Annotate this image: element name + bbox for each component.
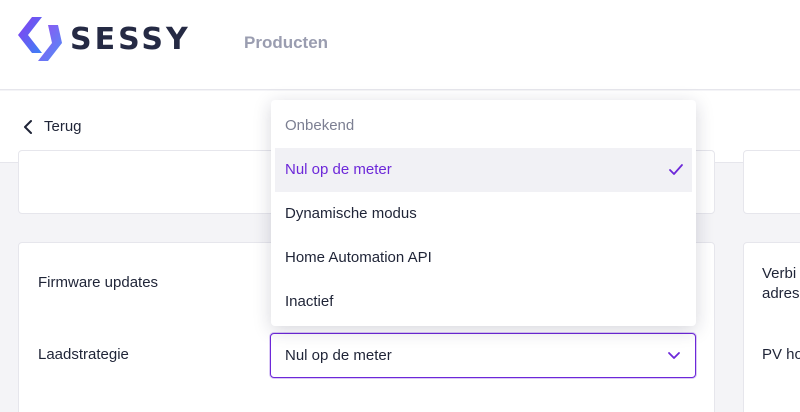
charge-strategy-select[interactable]: Nul op de meter bbox=[270, 333, 696, 378]
option-dynamic-mode[interactable]: Dynamische modus bbox=[275, 192, 692, 236]
sessy-logo-icon[interactable] bbox=[18, 13, 62, 65]
option-home-automation-api[interactable]: Home Automation API bbox=[275, 236, 692, 280]
charge-strategy-label: Laadstrategie bbox=[38, 346, 129, 363]
brand-name: SESSY bbox=[70, 22, 191, 57]
side-card-top bbox=[743, 150, 800, 214]
strategy-dropdown-menu: Onbekend Nul op de meter Dynamische modu… bbox=[271, 100, 696, 326]
option-label: Onbekend bbox=[285, 117, 355, 134]
option-zero-on-meter[interactable]: Nul op de meter bbox=[275, 148, 692, 192]
back-label: Terug bbox=[44, 118, 82, 135]
side-label-line-2: adres bbox=[762, 285, 800, 302]
option-label: Nul op de meter bbox=[285, 161, 392, 178]
option-unknown[interactable]: Onbekend bbox=[275, 104, 692, 148]
side-label-pv: PV ho bbox=[762, 346, 800, 363]
firmware-updates-label: Firmware updates bbox=[38, 274, 159, 291]
chevron-down-icon bbox=[668, 352, 680, 359]
back-button[interactable]: Terug bbox=[22, 118, 82, 135]
side-label-connection: Verbi adres bbox=[762, 264, 800, 304]
chevron-left-icon bbox=[24, 119, 32, 134]
option-label: Dynamische modus bbox=[285, 205, 417, 222]
option-label: Inactief bbox=[285, 293, 334, 310]
top-header: SESSY Producten bbox=[0, 0, 800, 90]
side-label-line-1: Verbi bbox=[762, 265, 797, 282]
option-inactive[interactable]: Inactief bbox=[275, 280, 692, 324]
nav-link-products[interactable]: Producten bbox=[244, 33, 328, 53]
select-value: Nul op de meter bbox=[285, 347, 392, 364]
check-icon bbox=[669, 164, 683, 175]
option-label: Home Automation API bbox=[285, 249, 432, 266]
